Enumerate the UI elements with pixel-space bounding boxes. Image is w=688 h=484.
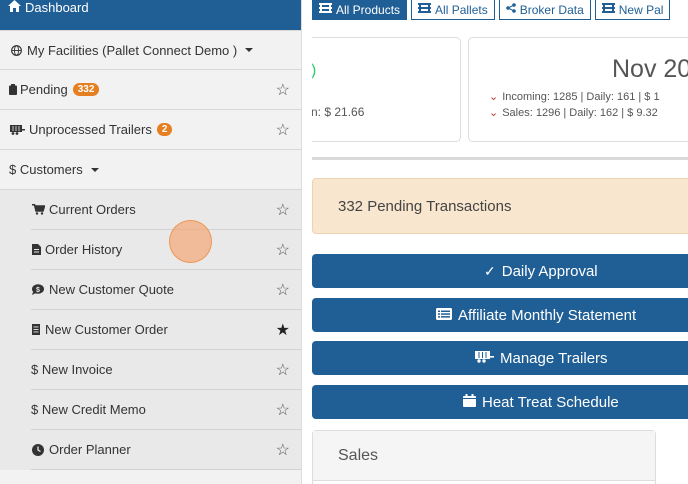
button-label: Daily Approval (501, 262, 598, 280)
sidebar-item-label: Pending (20, 82, 68, 97)
star-outline-icon[interactable]: ☆ (276, 440, 290, 460)
star-filled-icon[interactable]: ★ (276, 320, 290, 340)
trailer-icon (9, 124, 25, 135)
date-stats-card: Nov 20 ⌄ Incoming: 1285 | Daily: 161 | $ … (468, 37, 688, 142)
tab-label: All Products (336, 2, 401, 17)
sidebar-item-new-customer-order[interactable]: New Customer Order ★ (0, 310, 301, 350)
clipboard-icon (9, 84, 17, 95)
sales-stat: ⌄ Sales: 1296 | Daily: 162 | $ 9.32 (489, 106, 658, 119)
customers-submenu: Current Orders ☆ Order History ☆ $ New C… (0, 190, 301, 470)
sidebar-item-label: Order Planner (49, 442, 131, 457)
sales-panel-header: Sales (313, 431, 655, 481)
sidebar-item-new-customer-quote[interactable]: $ New Customer Quote ☆ (0, 270, 301, 310)
file-icon (31, 244, 41, 255)
sidebar-item-label: New Customer Quote (49, 282, 174, 297)
tab-label: New Pal (618, 2, 664, 17)
sidebar: Dashboard My Facilities (Pallet Connect … (0, 0, 302, 484)
svg-text:$: $ (36, 287, 40, 294)
stat-text: n: $ 21.66 (312, 105, 365, 119)
sidebar-item-label: $ New Invoice (31, 362, 113, 377)
tab-broker-data[interactable]: Broker Data (498, 0, 591, 20)
list-alt-icon (436, 307, 452, 323)
sidebar-item-label: Order History (45, 242, 123, 257)
incoming-text: Incoming: 1285 | Daily: 161 | $ 1 (502, 91, 660, 103)
star-outline-icon[interactable]: ☆ (276, 400, 290, 420)
stats-card: ) n: $ 21.66 (312, 37, 461, 142)
button-label: Manage Trailers (500, 349, 608, 367)
card-date: Nov 20 (612, 55, 688, 83)
clock-icon (31, 443, 45, 456)
daily-approval-button[interactable]: ✓ Daily Approval (312, 254, 688, 288)
button-label: Heat Treat Schedule (482, 393, 619, 411)
click-indicator (169, 220, 212, 263)
sidebar-item-unprocessed-trailers[interactable]: Unprocessed Trailers 2 ☆ (0, 110, 301, 150)
cart-icon (31, 204, 45, 215)
affiliate-monthly-statement-button[interactable]: Affiliate Monthly Statement (312, 298, 688, 332)
sidebar-item-pending[interactable]: Pending 332 ☆ (0, 70, 301, 110)
star-outline-icon[interactable]: ☆ (276, 360, 290, 380)
sidebar-item-dashboard[interactable]: Dashboard (0, 0, 301, 30)
pallet-icon (418, 3, 432, 16)
check-icon: ✓ (484, 262, 496, 279)
pending-transactions-banner[interactable]: 332 Pending Transactions (312, 178, 688, 234)
comment-dollar-icon: $ (31, 284, 45, 295)
star-outline-icon[interactable]: ☆ (276, 240, 290, 260)
share-icon (505, 3, 516, 16)
sales-text: Sales: 1296 | Daily: 162 | $ 9.32 (502, 107, 658, 119)
sidebar-item-new-invoice[interactable]: $ New Invoice ☆ (0, 350, 301, 390)
tab-new-pallet[interactable]: New Pal (594, 0, 671, 20)
pallet-icon (601, 3, 615, 16)
sidebar-item-new-credit-memo[interactable]: $ New Credit Memo ☆ (0, 390, 301, 430)
trend-indicator-icon: ) (312, 62, 316, 80)
heat-treat-schedule-button[interactable]: Heat Treat Schedule (312, 385, 688, 419)
star-outline-icon[interactable]: ☆ (276, 120, 290, 140)
pallet-icon (319, 3, 332, 16)
globe-icon (9, 44, 23, 56)
sidebar-item-label: Current Orders (49, 202, 136, 217)
main-content: All Products All Pallets Broker Data New… (312, 0, 688, 484)
trailer-count-badge: 2 (156, 123, 173, 136)
sidebar-item-label: $ New Credit Memo (31, 402, 146, 417)
chevron-down-icon (245, 48, 254, 52)
chevron-down-icon: ⌄ (489, 107, 499, 119)
pending-count-badge: 332 (72, 83, 100, 96)
sales-panel: Sales (312, 430, 656, 484)
sidebar-item-customers[interactable]: $ Customers (0, 150, 301, 190)
sidebar-item-label: My Facilities (Pallet Connect Demo ) (27, 42, 238, 58)
sidebar-item-facilities[interactable]: My Facilities (Pallet Connect Demo ) (0, 30, 301, 70)
star-outline-icon[interactable]: ☆ (276, 80, 290, 100)
tab-label: All Pallets (435, 2, 488, 17)
manage-trailers-button[interactable]: Manage Trailers (312, 341, 688, 375)
sales-panel-title: Sales (338, 446, 379, 464)
sidebar-item-current-orders[interactable]: Current Orders ☆ (0, 190, 301, 230)
document-icon (31, 324, 41, 335)
sidebar-item-label: Dashboard (25, 0, 89, 15)
home-icon (8, 0, 21, 15)
tab-all-pallets[interactable]: All Pallets (411, 0, 495, 20)
pending-transactions-text: 332 Pending Transactions (338, 197, 512, 215)
button-label: Affiliate Monthly Statement (458, 306, 637, 324)
chevron-down-icon (90, 167, 99, 172)
star-outline-icon[interactable]: ☆ (276, 200, 290, 220)
sidebar-item-label: New Customer Order (45, 322, 168, 337)
calendar-icon (463, 394, 476, 410)
incoming-stat: ⌄ Incoming: 1285 | Daily: 161 | $ 1 (489, 90, 660, 103)
tab-label: Broker Data (519, 2, 584, 17)
sidebar-item-label: Unprocessed Trailers (29, 122, 152, 137)
sidebar-item-order-history[interactable]: Order History ☆ (0, 230, 301, 270)
chevron-down-icon: ⌄ (489, 91, 499, 103)
trailer-icon (475, 350, 494, 366)
divider (312, 157, 688, 160)
tab-all-products[interactable]: All Products (312, 0, 408, 20)
star-outline-icon[interactable]: ☆ (276, 280, 290, 300)
sidebar-item-order-planner[interactable]: Order Planner ☆ (0, 430, 301, 470)
tab-bar: All Products All Pallets Broker Data New… (312, 0, 674, 20)
sidebar-item-label: $ Customers (9, 162, 83, 177)
